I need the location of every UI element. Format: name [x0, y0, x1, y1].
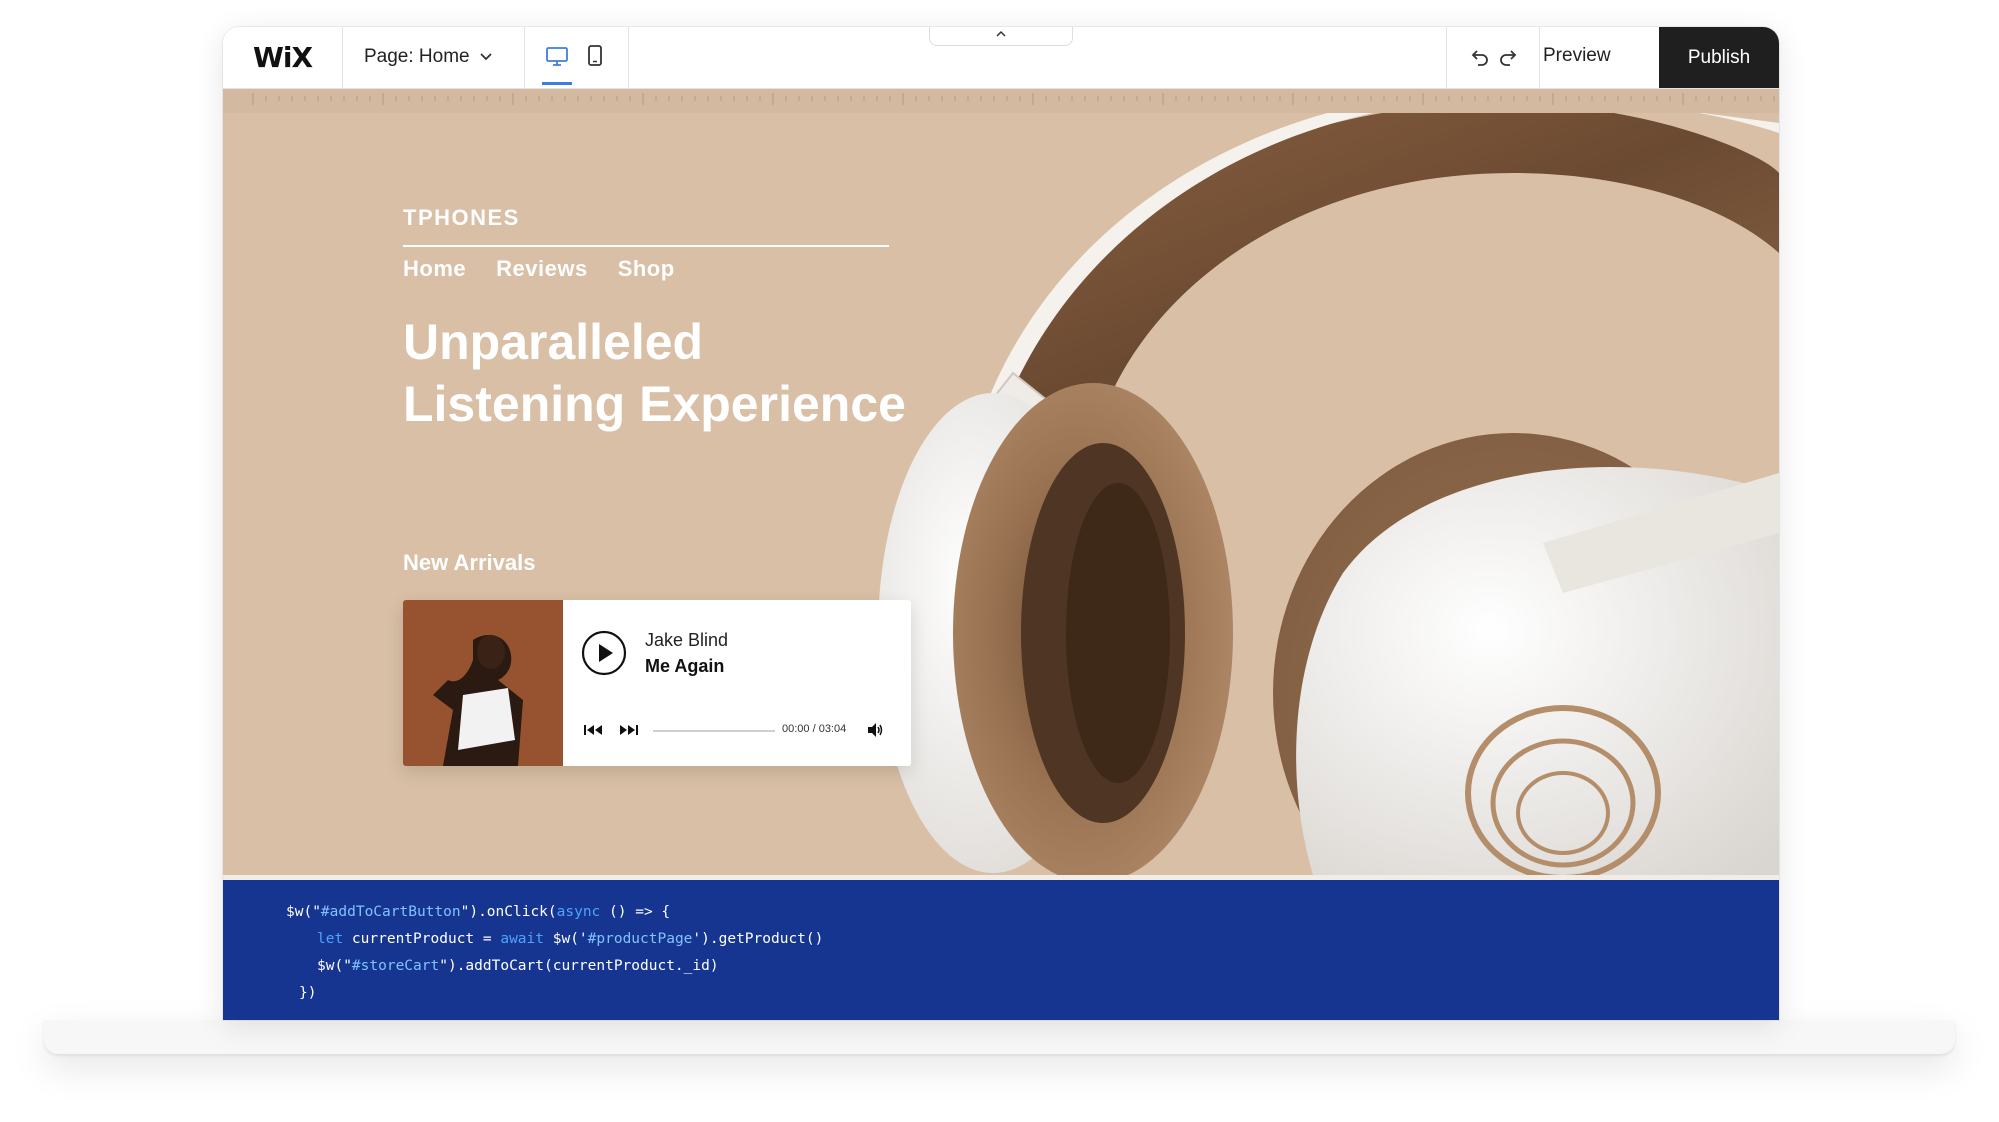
- progress-bar[interactable]: [653, 730, 775, 732]
- code-line-1: $w("#addToCartButton").onClick(async () …: [286, 904, 670, 920]
- code-token-string: #addToCartButton: [320, 904, 461, 920]
- page-selector[interactable]: Page: Home: [364, 46, 492, 68]
- music-player: Jake Blind Me Again 00:00 / 03:04: [403, 600, 911, 766]
- toolbar-divider: [628, 27, 629, 88]
- publish-label: Publish: [1687, 46, 1751, 68]
- toolbar-divider: [1539, 27, 1540, 88]
- redo-icon[interactable]: [1498, 46, 1520, 68]
- previous-icon[interactable]: [583, 722, 605, 738]
- toolbar-divider: [342, 27, 343, 88]
- code-token-string: #productPage: [587, 931, 693, 947]
- nav-item-home[interactable]: Home: [403, 256, 466, 282]
- chevron-up-icon: [996, 30, 1006, 37]
- code-token-keyword: await: [500, 931, 544, 947]
- code-token-string: #storeCart: [351, 958, 440, 974]
- toolbar-divider: [524, 27, 525, 88]
- volume-icon[interactable]: [866, 721, 884, 739]
- code-token: ").addToCart(currentProduct._id): [439, 958, 719, 974]
- nav-item-shop[interactable]: Shop: [618, 256, 675, 282]
- collapse-toolbar-tab[interactable]: [929, 27, 1073, 46]
- code-token: $w(': [544, 931, 588, 947]
- active-device-indicator: [542, 82, 572, 85]
- ruler: [223, 89, 1779, 113]
- code-panel[interactable]: $w("#addToCartButton").onClick(async () …: [223, 880, 1779, 1020]
- code-token: () => {: [600, 904, 671, 920]
- nav-item-reviews[interactable]: Reviews: [496, 256, 588, 282]
- code-token-keyword: async: [556, 904, 601, 920]
- code-token: currentProduct =: [343, 931, 501, 947]
- code-line-4: }): [299, 985, 317, 1001]
- next-icon[interactable]: [617, 722, 639, 738]
- code-token-keyword: let: [317, 931, 344, 947]
- hero-headline: Unparalleled Listening Experience: [403, 311, 1003, 435]
- ruler-ticks: [252, 93, 1775, 105]
- code-token: ").onClick(: [460, 904, 557, 920]
- undo-icon[interactable]: [1468, 46, 1490, 68]
- page-selector-label: Page: Home: [364, 46, 470, 67]
- wix-logo: WiX: [253, 41, 313, 74]
- site-nav: Home Reviews Shop: [403, 256, 675, 282]
- play-icon[interactable]: [581, 630, 627, 676]
- code-line-3: $w("#storeCart").addToCart(currentProduc…: [317, 958, 719, 974]
- artist-name: Jake Blind: [645, 630, 729, 650]
- editor-window: WiX Page: Home Preview Publish TPHONES H…: [223, 27, 1779, 1020]
- preview-button[interactable]: Preview: [1543, 45, 1611, 67]
- toolbar-divider: [1446, 27, 1447, 88]
- track-time: 00:00 / 03:04: [782, 723, 847, 735]
- code-token: $w(": [317, 958, 352, 974]
- publish-button[interactable]: Publish: [1659, 27, 1779, 88]
- song-title: Me Again: [645, 656, 725, 676]
- code-token: $w(": [286, 904, 321, 920]
- code-line-2: let currentProduct = await $w('#productP…: [317, 931, 823, 947]
- album-cover-image: [403, 600, 563, 766]
- brand-divider: [403, 245, 889, 247]
- mobile-icon[interactable]: [583, 43, 607, 69]
- headline-line-2: Listening Experience: [403, 376, 906, 432]
- laptop-base: [44, 1020, 1955, 1054]
- desktop-icon[interactable]: [545, 43, 569, 69]
- hero-section[interactable]: TPHONES Home Reviews Shop Unparalleled L…: [223, 113, 1779, 875]
- new-arrivals-title: New Arrivals: [403, 550, 536, 575]
- site-brand[interactable]: TPHONES: [403, 205, 520, 231]
- chevron-down-icon: [479, 53, 492, 61]
- headline-line-1: Unparalleled: [403, 314, 704, 370]
- code-token: ').getProduct(): [692, 931, 824, 947]
- editor-toolbar: WiX Page: Home Preview Publish: [223, 27, 1779, 89]
